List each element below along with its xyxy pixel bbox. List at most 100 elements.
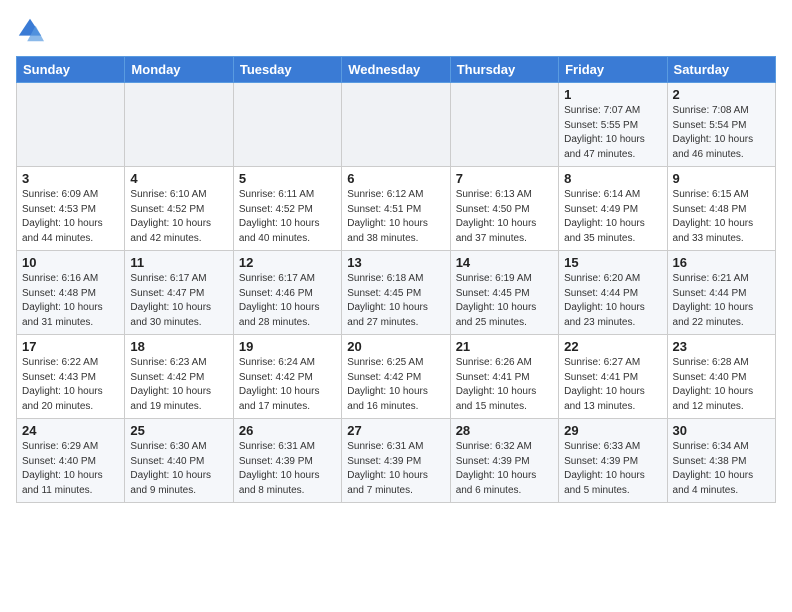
calendar-week-row: 1 Sunrise: 7:07 AM Sunset: 5:55 PM Daylig… [17, 83, 776, 167]
day-info: Sunrise: 6:21 AM Sunset: 4:44 PM Dayligh… [673, 272, 770, 330]
calendar-cell: 9 Sunrise: 6:15 AM Sunset: 4:48 PM Daylig… [667, 167, 775, 251]
day-number: 27 [347, 423, 444, 438]
day-info: Sunrise: 6:34 AM Sunset: 4:38 PM Dayligh… [673, 440, 770, 498]
day-info: Sunrise: 7:07 AM Sunset: 5:55 PM Dayligh… [564, 104, 661, 162]
weekday-header: Monday [125, 57, 233, 83]
day-number: 7 [456, 171, 553, 186]
calendar-cell: 15 Sunrise: 6:20 AM Sunset: 4:44 PM Dayli… [559, 251, 667, 335]
day-info: Sunrise: 6:10 AM Sunset: 4:52 PM Dayligh… [130, 188, 227, 246]
weekday-header: Sunday [17, 57, 125, 83]
day-info: Sunrise: 6:17 AM Sunset: 4:47 PM Dayligh… [130, 272, 227, 330]
weekday-header: Thursday [450, 57, 558, 83]
calendar-week-row: 17Sunrise: 6:22 AM Sunset: 4:43 PM Dayli… [17, 335, 776, 419]
day-info: Sunrise: 6:29 AM Sunset: 4:40 PM Dayligh… [22, 440, 119, 498]
day-info: Sunrise: 6:20 AM Sunset: 4:44 PM Dayligh… [564, 272, 661, 330]
calendar-table: SundayMondayTuesdayWednesdayThursdayFrid… [16, 56, 776, 503]
calendar-cell: 1 Sunrise: 7:07 AM Sunset: 5:55 PM Daylig… [559, 83, 667, 167]
day-number: 8 [564, 171, 661, 186]
calendar-cell: 24 Sunrise: 6:29 AM Sunset: 4:40 PM Dayli… [17, 419, 125, 503]
calendar-cell [17, 83, 125, 167]
day-info: Sunrise: 6:17 AM Sunset: 4:46 PM Dayligh… [239, 272, 336, 330]
day-info: Sunrise: 6:13 AM Sunset: 4:50 PM Dayligh… [456, 188, 553, 246]
logo-icon [16, 16, 44, 44]
calendar-cell: 26 Sunrise: 6:31 AM Sunset: 4:39 PM Dayli… [233, 419, 341, 503]
calendar-cell: 5Sunrise: 6:11 AM Sunset: 4:52 PM Daylig… [233, 167, 341, 251]
day-number: 16 [673, 255, 770, 270]
calendar-cell: 17Sunrise: 6:22 AM Sunset: 4:43 PM Dayli… [17, 335, 125, 419]
calendar-cell: 19 Sunrise: 6:24 AM Sunset: 4:42 PM Dayli… [233, 335, 341, 419]
day-number: 11 [130, 255, 227, 270]
day-info: Sunrise: 6:23 AM Sunset: 4:42 PM Dayligh… [130, 356, 227, 414]
day-info: Sunrise: 6:31 AM Sunset: 4:39 PM Dayligh… [239, 440, 336, 498]
day-number: 23 [673, 339, 770, 354]
day-number: 1 [564, 87, 661, 102]
day-info: Sunrise: 7:08 AM Sunset: 5:54 PM Dayligh… [673, 104, 770, 162]
calendar-cell: 6 Sunrise: 6:12 AM Sunset: 4:51 PM Daylig… [342, 167, 450, 251]
day-info: Sunrise: 6:24 AM Sunset: 4:42 PM Dayligh… [239, 356, 336, 414]
day-number: 26 [239, 423, 336, 438]
calendar-cell [450, 83, 558, 167]
calendar-cell: 11 Sunrise: 6:17 AM Sunset: 4:47 PM Dayli… [125, 251, 233, 335]
day-info: Sunrise: 6:28 AM Sunset: 4:40 PM Dayligh… [673, 356, 770, 414]
page-container: SundayMondayTuesdayWednesdayThursdayFrid… [0, 0, 792, 511]
calendar-cell: 22Sunrise: 6:27 AM Sunset: 4:41 PM Dayli… [559, 335, 667, 419]
day-info: Sunrise: 6:18 AM Sunset: 4:45 PM Dayligh… [347, 272, 444, 330]
day-number: 9 [673, 171, 770, 186]
day-number: 24 [22, 423, 119, 438]
day-info: Sunrise: 6:32 AM Sunset: 4:39 PM Dayligh… [456, 440, 553, 498]
calendar-cell: 29Sunrise: 6:33 AM Sunset: 4:39 PM Dayli… [559, 419, 667, 503]
calendar-body: 1 Sunrise: 7:07 AM Sunset: 5:55 PM Daylig… [17, 83, 776, 503]
calendar-cell: 14 Sunrise: 6:19 AM Sunset: 4:45 PM Dayli… [450, 251, 558, 335]
calendar-cell: 7 Sunrise: 6:13 AM Sunset: 4:50 PM Daylig… [450, 167, 558, 251]
day-number: 4 [130, 171, 227, 186]
calendar-cell: 10Sunrise: 6:16 AM Sunset: 4:48 PM Dayli… [17, 251, 125, 335]
day-number: 6 [347, 171, 444, 186]
day-info: Sunrise: 6:25 AM Sunset: 4:42 PM Dayligh… [347, 356, 444, 414]
day-number: 15 [564, 255, 661, 270]
day-number: 3 [22, 171, 119, 186]
day-info: Sunrise: 6:31 AM Sunset: 4:39 PM Dayligh… [347, 440, 444, 498]
calendar-cell: 13 Sunrise: 6:18 AM Sunset: 4:45 PM Dayli… [342, 251, 450, 335]
calendar-cell: 3 Sunrise: 6:09 AM Sunset: 4:53 PM Daylig… [17, 167, 125, 251]
calendar-cell: 25Sunrise: 6:30 AM Sunset: 4:40 PM Dayli… [125, 419, 233, 503]
day-number: 28 [456, 423, 553, 438]
day-info: Sunrise: 6:09 AM Sunset: 4:53 PM Dayligh… [22, 188, 119, 246]
weekday-header: Friday [559, 57, 667, 83]
day-number: 2 [673, 87, 770, 102]
calendar-cell [233, 83, 341, 167]
day-info: Sunrise: 6:19 AM Sunset: 4:45 PM Dayligh… [456, 272, 553, 330]
day-info: Sunrise: 6:15 AM Sunset: 4:48 PM Dayligh… [673, 188, 770, 246]
day-number: 29 [564, 423, 661, 438]
logo [16, 16, 48, 44]
calendar-cell: 23 Sunrise: 6:28 AM Sunset: 4:40 PM Dayli… [667, 335, 775, 419]
calendar-header: SundayMondayTuesdayWednesdayThursdayFrid… [17, 57, 776, 83]
day-number: 20 [347, 339, 444, 354]
calendar-cell [342, 83, 450, 167]
day-number: 5 [239, 171, 336, 186]
day-number: 25 [130, 423, 227, 438]
calendar-cell: 12Sunrise: 6:17 AM Sunset: 4:46 PM Dayli… [233, 251, 341, 335]
calendar-week-row: 3 Sunrise: 6:09 AM Sunset: 4:53 PM Daylig… [17, 167, 776, 251]
weekday-header: Tuesday [233, 57, 341, 83]
day-number: 19 [239, 339, 336, 354]
day-info: Sunrise: 6:27 AM Sunset: 4:41 PM Dayligh… [564, 356, 661, 414]
calendar-cell: 18Sunrise: 6:23 AM Sunset: 4:42 PM Dayli… [125, 335, 233, 419]
calendar-week-row: 24 Sunrise: 6:29 AM Sunset: 4:40 PM Dayli… [17, 419, 776, 503]
day-info: Sunrise: 6:12 AM Sunset: 4:51 PM Dayligh… [347, 188, 444, 246]
day-info: Sunrise: 6:14 AM Sunset: 4:49 PM Dayligh… [564, 188, 661, 246]
calendar-cell: 30 Sunrise: 6:34 AM Sunset: 4:38 PM Dayli… [667, 419, 775, 503]
day-number: 13 [347, 255, 444, 270]
day-number: 21 [456, 339, 553, 354]
calendar-cell: 8 Sunrise: 6:14 AM Sunset: 4:49 PM Daylig… [559, 167, 667, 251]
day-number: 30 [673, 423, 770, 438]
day-info: Sunrise: 6:26 AM Sunset: 4:41 PM Dayligh… [456, 356, 553, 414]
weekday-header: Saturday [667, 57, 775, 83]
day-info: Sunrise: 6:22 AM Sunset: 4:43 PM Dayligh… [22, 356, 119, 414]
calendar-cell: 4 Sunrise: 6:10 AM Sunset: 4:52 PM Daylig… [125, 167, 233, 251]
weekday-header: Wednesday [342, 57, 450, 83]
calendar-cell: 27 Sunrise: 6:31 AM Sunset: 4:39 PM Dayli… [342, 419, 450, 503]
weekday-row: SundayMondayTuesdayWednesdayThursdayFrid… [17, 57, 776, 83]
day-number: 14 [456, 255, 553, 270]
day-number: 10 [22, 255, 119, 270]
calendar-cell: 28 Sunrise: 6:32 AM Sunset: 4:39 PM Dayli… [450, 419, 558, 503]
